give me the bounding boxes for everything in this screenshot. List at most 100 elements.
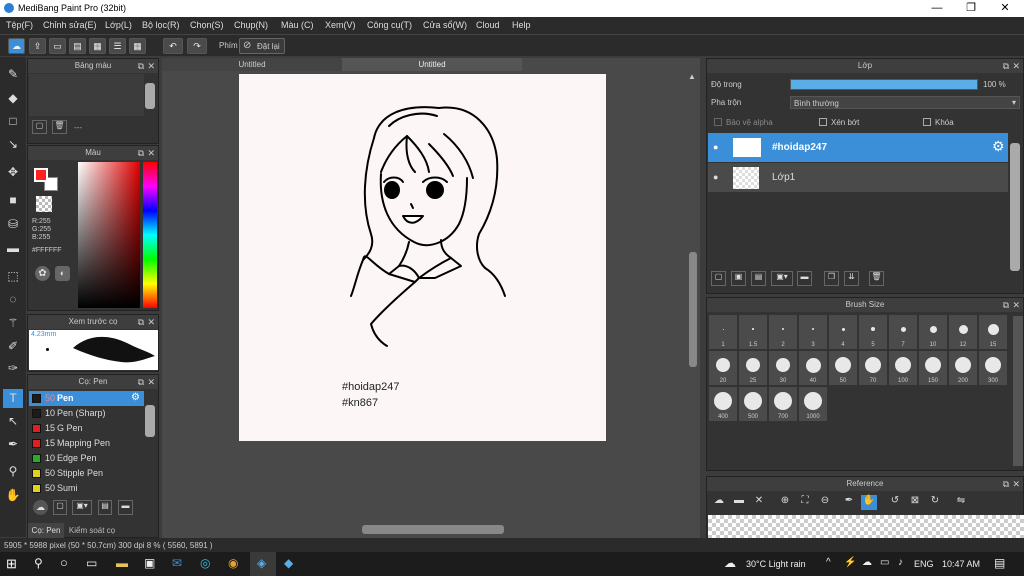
eraser-tool-icon[interactable]: ◆ bbox=[3, 89, 23, 108]
close-button[interactable]: ✕ bbox=[988, 0, 1022, 17]
gradient-tool-icon[interactable]: ▬ bbox=[3, 239, 23, 258]
palette-scrollbar[interactable] bbox=[145, 83, 155, 109]
zalo-icon[interactable]: ◆ bbox=[284, 556, 293, 570]
brush-item-pen-sharp[interactable]: 10 Pen (Sharp) bbox=[29, 406, 144, 421]
eyedropper-icon[interactable]: ✒ bbox=[841, 495, 857, 510]
new-8bit-layer-icon[interactable]: ▤ bbox=[751, 271, 766, 286]
brush-size-cell[interactable]: 150 bbox=[919, 351, 947, 385]
document-icon[interactable]: ▦ bbox=[89, 38, 106, 54]
visibility-eye-icon[interactable]: ● bbox=[713, 172, 718, 182]
tab-brush[interactable]: Cọ: Pen bbox=[28, 523, 64, 538]
display-icon[interactable]: ▭ bbox=[880, 557, 889, 568]
close-icon[interactable]: ✕ bbox=[147, 146, 155, 160]
cloud-icon[interactable]: ☁ bbox=[8, 38, 25, 54]
redo-icon[interactable]: ↷ bbox=[187, 38, 207, 54]
brush-size-cell[interactable]: 70 bbox=[859, 351, 887, 385]
notification-icon[interactable]: ▤ bbox=[994, 556, 1005, 570]
minimize-button[interactable]: — bbox=[920, 0, 954, 17]
new-halftone-layer-icon[interactable]: ▣ bbox=[731, 271, 746, 286]
folder-icon[interactable]: ▬ bbox=[797, 271, 812, 286]
lasso-tool-icon[interactable]: ◌ bbox=[3, 290, 23, 309]
cloud-icon[interactable]: ☁ bbox=[711, 495, 727, 510]
brush-item-sumi[interactable]: 50 Sumi bbox=[29, 481, 144, 496]
duplicate-layer-icon[interactable]: ❐ bbox=[824, 271, 839, 286]
hand-icon[interactable]: ✋ bbox=[861, 495, 877, 510]
rectangle-tool-icon[interactable]: □ bbox=[3, 112, 23, 131]
brush-item-pen[interactable]: 50 Pen ⚙ bbox=[29, 391, 144, 406]
brush-size-cell[interactable]: 2 bbox=[769, 315, 797, 349]
add-layer-dropdown-icon[interactable]: ▣▾ bbox=[771, 271, 793, 286]
undock-icon[interactable]: ⧉ bbox=[1003, 59, 1009, 73]
palette-list[interactable] bbox=[29, 74, 144, 116]
fit-icon[interactable]: ⛶ bbox=[797, 495, 813, 510]
brush-item-mapping-pen[interactable]: 15 Mapping Pen bbox=[29, 436, 144, 451]
speaker-icon[interactable]: ♪ bbox=[898, 557, 903, 568]
brush-item-g-pen[interactable]: 15 G Pen bbox=[29, 421, 144, 436]
flip-icon[interactable]: ⇋ bbox=[953, 495, 969, 510]
layer-scrollbar[interactable] bbox=[1010, 143, 1020, 271]
brush-item-stipple-pen[interactable]: 50 Stipple Pen bbox=[29, 466, 144, 481]
tab-brush-control[interactable]: Kiểm soát cọ bbox=[66, 523, 118, 538]
brush-size-cell[interactable]: 50 bbox=[829, 351, 857, 385]
gear-icon[interactable]: ⚙ bbox=[992, 138, 1005, 155]
brush-size-cell[interactable]: 400 bbox=[709, 387, 737, 421]
brush-size-cell[interactable]: 3 bbox=[799, 315, 827, 349]
bucket-tool-icon[interactable]: ⛁ bbox=[3, 215, 23, 234]
store-icon[interactable]: ▣ bbox=[144, 556, 155, 570]
close-icon[interactable]: ✕ bbox=[147, 315, 155, 329]
menu-select[interactable]: Chọn(S) bbox=[190, 20, 224, 30]
undock-icon[interactable]: ⧉ bbox=[138, 59, 144, 73]
dropper-tool-icon[interactable]: ⚲ bbox=[3, 462, 23, 481]
brush-size-cell[interactable]: 25 bbox=[739, 351, 767, 385]
brush-size-cell[interactable]: 500 bbox=[739, 387, 767, 421]
clipping-checkbox[interactable] bbox=[819, 118, 827, 126]
trash-icon[interactable]: 🗑 bbox=[869, 271, 884, 286]
merge-down-icon[interactable]: ⇊ bbox=[844, 271, 859, 286]
blend-select[interactable]: Bình thường ▾ bbox=[790, 96, 1020, 109]
brush-size-cell[interactable]: 300 bbox=[979, 351, 1007, 385]
brush-size-cell[interactable]: 10 bbox=[919, 315, 947, 349]
close-icon[interactable]: ✕ bbox=[147, 59, 155, 73]
select-tool-icon[interactable]: ⬚ bbox=[3, 267, 23, 286]
weather-text[interactable]: 30°C Light rain bbox=[746, 559, 806, 569]
layer-row-lop1[interactable]: ● Lớp1 bbox=[708, 163, 1008, 192]
brush-size-cell[interactable]: 700 bbox=[769, 387, 797, 421]
menu-file[interactable]: Tệp(F) bbox=[6, 20, 33, 30]
undock-icon[interactable]: ⧉ bbox=[138, 146, 144, 160]
grid-icon[interactable]: ▦ bbox=[129, 38, 146, 54]
folder-icon[interactable]: ▬ bbox=[118, 500, 133, 515]
menu-window[interactable]: Cửa sổ(W) bbox=[423, 20, 467, 30]
close-icon[interactable]: ✕ bbox=[1012, 59, 1020, 73]
opacity-slider[interactable] bbox=[790, 79, 978, 90]
onedrive-icon[interactable]: ☁ bbox=[862, 557, 872, 568]
brush-size-cell[interactable]: 1 bbox=[709, 315, 737, 349]
undock-icon[interactable]: ⧉ bbox=[138, 375, 144, 389]
rotate-left-icon[interactable]: ↺ bbox=[887, 495, 903, 510]
brush-size-cell[interactable]: 12 bbox=[949, 315, 977, 349]
select-eraser-tool-icon[interactable]: ✑ bbox=[3, 359, 23, 378]
vertical-scrollbar[interactable] bbox=[689, 252, 697, 367]
menu-edit[interactable]: Chỉnh sửa(E) bbox=[43, 20, 97, 30]
share-icon[interactable]: ⇪ bbox=[29, 38, 46, 54]
menu-cloud[interactable]: Cloud bbox=[476, 20, 500, 30]
lock-checkbox[interactable] bbox=[923, 118, 931, 126]
new-palette-icon[interactable]: ▢ bbox=[32, 120, 47, 134]
brush-scrollbar[interactable] bbox=[145, 405, 155, 437]
menu-filter[interactable]: Bộ lọc(R) bbox=[142, 20, 180, 30]
brush-size-cell[interactable]: 100 bbox=[889, 351, 917, 385]
menu-help[interactable]: Help bbox=[512, 20, 531, 30]
gear-icon[interactable]: ⚙ bbox=[131, 392, 140, 403]
clock[interactable]: 10:47 AM bbox=[942, 559, 980, 569]
document-canvas[interactable]: #hoidap247 #kn867 bbox=[239, 74, 606, 441]
brush-item-edge-pen[interactable]: 10 Edge Pen bbox=[29, 451, 144, 466]
cloud-brush-icon[interactable]: ☁ bbox=[33, 500, 48, 515]
search-icon[interactable]: ⚲ bbox=[34, 556, 43, 570]
magic-wand-tool-icon[interactable]: ⚚ bbox=[3, 314, 23, 333]
close-reference-icon[interactable]: ✕ bbox=[751, 495, 767, 510]
new-brush-icon[interactable]: ▢ bbox=[53, 500, 67, 515]
chevron-up-icon[interactable]: ^ bbox=[826, 557, 831, 568]
new-layer-icon[interactable]: ▢ bbox=[711, 271, 726, 286]
trash-icon[interactable]: 🗑 bbox=[52, 120, 67, 134]
scroll-up-icon[interactable]: ▲ bbox=[688, 72, 699, 85]
windows-start-icon[interactable]: ⊞ bbox=[6, 556, 17, 572]
